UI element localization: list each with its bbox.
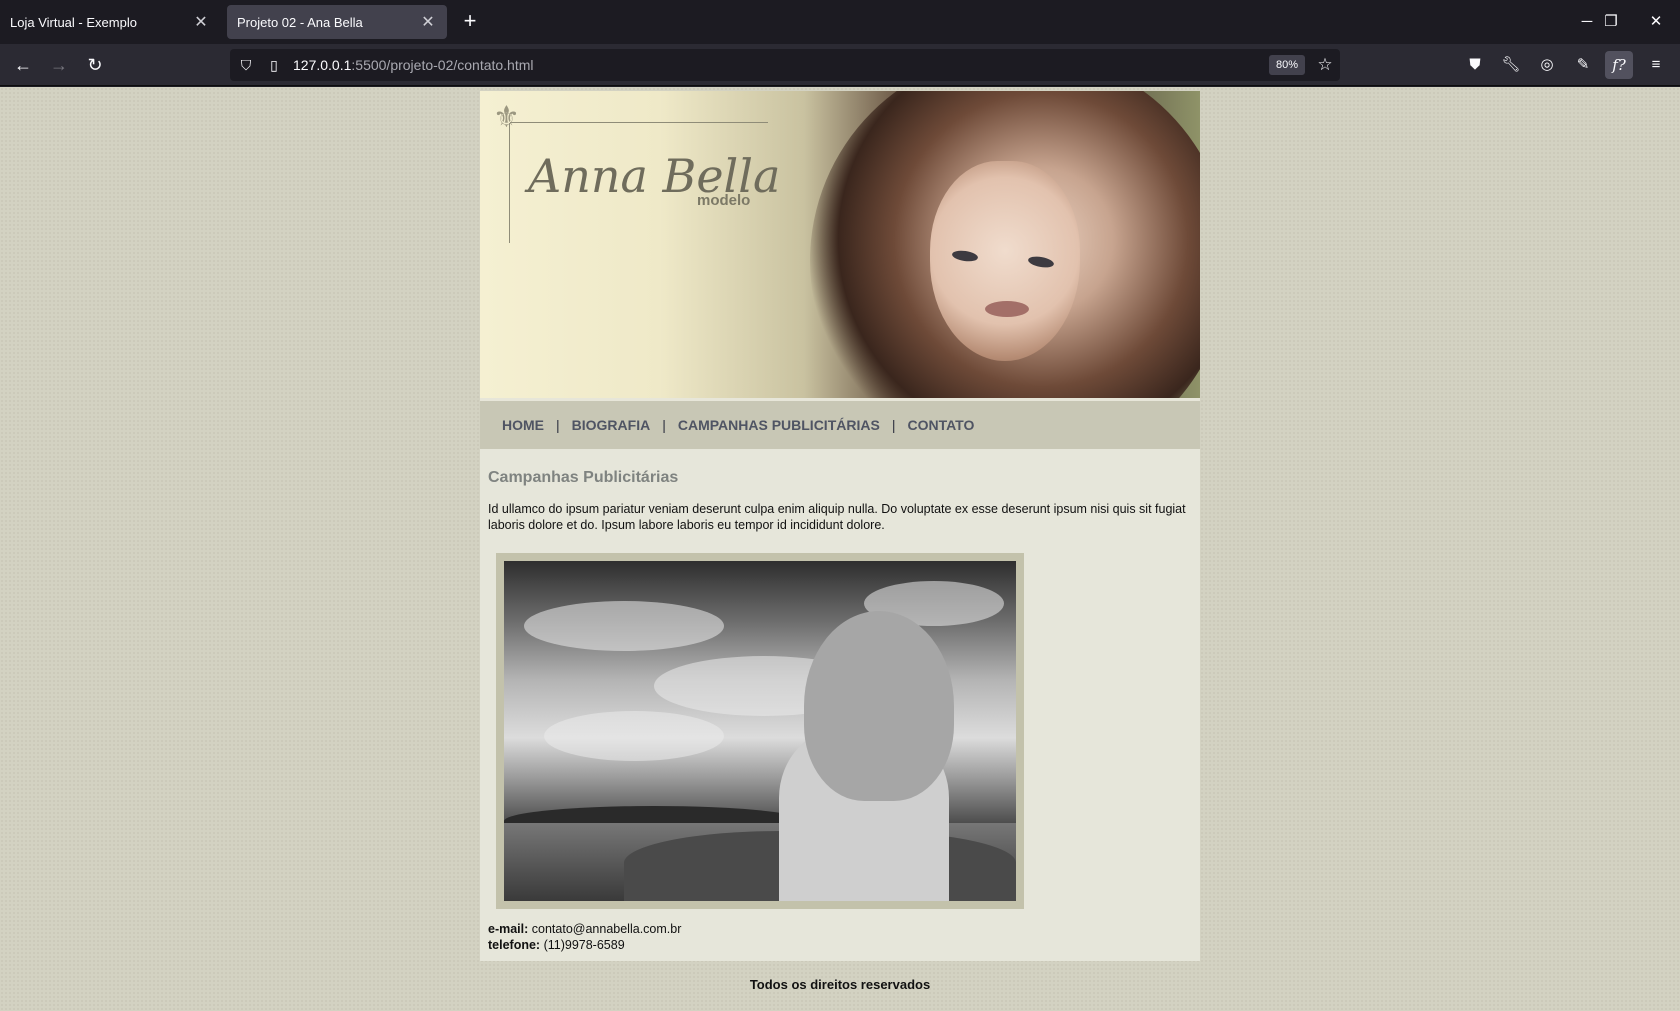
footer-text: Todos os direitos reservados <box>749 977 931 992</box>
bookmark-star-icon[interactable]: ☆ <box>1314 54 1336 76</box>
fleur-de-lis-icon: ⚜ <box>493 100 520 135</box>
font-inspector-icon[interactable]: f? <box>1605 51 1633 79</box>
menu-item-home[interactable]: HOME <box>502 417 544 433</box>
tab-close-icon[interactable]: ✕ <box>192 12 210 32</box>
compass-icon[interactable]: ◎ <box>1533 51 1561 79</box>
hamburger-menu-icon[interactable]: ≡ <box>1642 51 1670 79</box>
contact-info: e-mail: contato@annabella.com.br telefon… <box>488 921 1192 953</box>
zoom-level-badge[interactable]: 80% <box>1269 55 1305 75</box>
menu-separator: | <box>662 417 666 433</box>
browser-tab-bar: Loja Virtual - Exemplo ✕ Projeto 02 - An… <box>0 0 1680 44</box>
menu-separator: | <box>891 417 896 433</box>
close-window-icon[interactable]: ✕ <box>1641 8 1671 36</box>
intro-paragraph: Id ullamco do ipsum pariatur veniam dese… <box>488 502 1186 532</box>
phone-label: telefone: <box>488 938 541 952</box>
tab-title: Loja Virtual - Exemplo <box>10 14 137 30</box>
restore-window-icon[interactable]: ❐ <box>1596 8 1626 36</box>
menu-separator: | <box>556 417 560 433</box>
tab-title: Projeto 02 - Ana Bella <box>237 14 363 30</box>
cloud-shape <box>544 711 724 761</box>
tracking-shield-icon[interactable]: ⛉ <box>235 54 257 76</box>
cloud-shape <box>524 601 724 651</box>
logo-frame-line <box>509 123 510 243</box>
url-path: :5500/projeto-02/contato.html <box>351 57 534 73</box>
main-content: Campanhas Publicitárias Id ullamco do ip… <box>480 449 1200 961</box>
menu-item-biografia[interactable]: BIOGRAFIA <box>572 417 651 433</box>
email-value: contato@annabella.com.br <box>531 922 682 936</box>
model-face-illustration <box>930 161 1080 361</box>
tab-projeto-02[interactable]: Projeto 02 - Ana Bella ✕ <box>227 5 447 39</box>
pocket-icon[interactable]: ⛊ <box>1461 51 1489 79</box>
main-menu: HOME | BIOGRAFIA | CAMPANHAS PUBLICITÁRI… <box>480 401 1200 449</box>
menu-item-contato[interactable]: CONTATO <box>907 417 974 433</box>
reload-icon[interactable]: ↻ <box>81 51 109 79</box>
header-banner: ⚜ Anna Bella modelo <box>480 91 1200 401</box>
address-bar[interactable]: ⛉ ▯ 127.0.0.1:5500/projeto-02/contato.ht… <box>230 49 1340 81</box>
url-text[interactable]: 127.0.0.1:5500/projeto-02/contato.html <box>293 57 534 73</box>
menu-item-campanhas[interactable]: CAMPANHAS PUBLICITÁRIAS <box>678 417 880 433</box>
email-label: e-mail: <box>488 922 529 936</box>
logo-frame-line <box>510 122 768 123</box>
woman-hair-shape <box>804 611 954 801</box>
email-line: e-mail: contato@annabella.com.br <box>488 921 1192 937</box>
tab-close-icon[interactable]: ✕ <box>419 12 437 32</box>
phone-line: telefone: (11)9978-6589 <box>488 937 1192 953</box>
url-host: 127.0.0.1 <box>293 57 352 73</box>
page-title: Campanhas Publicitárias <box>488 469 679 486</box>
phone-value: (11)9978-6589 <box>543 938 625 952</box>
logo-subtitle: modelo <box>697 192 751 209</box>
campaign-photo-frame <box>496 553 1024 909</box>
browser-nav-bar: ← → ↻ ⛉ ▯ 127.0.0.1:5500/projeto-02/cont… <box>0 44 1680 86</box>
back-arrow-icon[interactable]: ← <box>9 51 37 79</box>
header-bottom-strip <box>480 398 1200 401</box>
campaign-photo <box>504 561 1016 901</box>
tab-loja-virtual[interactable]: Loja Virtual - Exemplo ✕ <box>0 5 220 39</box>
model-lips <box>985 301 1029 317</box>
forward-arrow-icon[interactable]: → <box>45 51 73 79</box>
eyedropper-icon[interactable]: ✎ <box>1569 51 1597 79</box>
wrench-icon[interactable]: 🔧︎ <box>1497 51 1525 79</box>
site-container: ⚜ Anna Bella modelo HOME | BIOGRAFIA | C… <box>480 91 1200 992</box>
new-tab-plus-icon[interactable]: + <box>458 10 482 34</box>
page-viewport: ⚜ Anna Bella modelo HOME | BIOGRAFIA | C… <box>0 87 1680 1011</box>
page-info-icon[interactable]: ▯ <box>263 54 285 76</box>
